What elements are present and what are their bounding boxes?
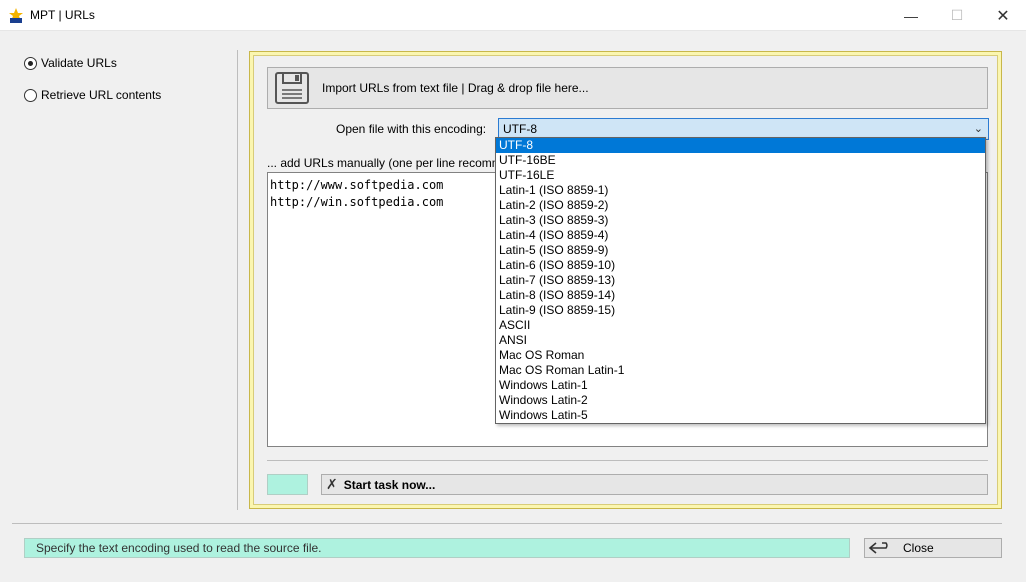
encoding-dropdown-list[interactable]: UTF-8 UTF-16BE UTF-16LE Latin-1 (ISO 8859-1…	[495, 137, 986, 424]
encoding-option[interactable]: UTF-8	[496, 138, 985, 153]
encoding-option[interactable]: Mac OS Roman Latin-1	[496, 363, 985, 378]
mode-panel: Validate URLs Retrieve URL contents	[12, 50, 238, 510]
encoding-option[interactable]: Latin-5 (ISO 8859-9)	[496, 243, 985, 258]
encoding-option[interactable]: Mac OS Roman	[496, 348, 985, 363]
radio-retrieve-url-contents[interactable]: Retrieve URL contents	[24, 88, 161, 102]
encoding-label: Open file with this encoding:	[336, 122, 487, 136]
encoding-option[interactable]: ASCII	[496, 318, 985, 333]
status-color-swatch	[267, 474, 308, 495]
encoding-option[interactable]: UTF-16LE	[496, 168, 985, 183]
encoding-option[interactable]: Latin-2 (ISO 8859-2)	[496, 198, 985, 213]
radio-validate-urls[interactable]: Validate URLs	[24, 56, 117, 70]
maximize-button[interactable]: ☐	[934, 0, 980, 31]
close-window-button[interactable]: ✕	[980, 0, 1026, 31]
start-task-button[interactable]: ✗ Start task now...	[321, 474, 988, 495]
manual-urls-label: ... add URLs manually (one per line reco…	[267, 156, 502, 170]
radio-validate-urls-label: Validate URLs	[41, 56, 117, 70]
status-bar: Specify the text encoding used to read t…	[24, 538, 850, 558]
encoding-option[interactable]: Latin-7 (ISO 8859-13)	[496, 273, 985, 288]
import-urls-label: Import URLs from text file | Drag & drop…	[322, 81, 589, 95]
back-arrow-icon	[868, 542, 888, 554]
encoding-option[interactable]: ANSI	[496, 333, 985, 348]
encoding-option[interactable]: Latin-8 (ISO 8859-14)	[496, 288, 985, 303]
encoding-option[interactable]: Windows Latin-5	[496, 408, 985, 423]
divider	[267, 460, 988, 461]
close-button[interactable]: Close	[864, 538, 1002, 558]
app-logo-icon	[9, 8, 23, 23]
window-title: MPT | URLs	[30, 8, 95, 22]
encoding-option[interactable]: Latin-1 (ISO 8859-1)	[496, 183, 985, 198]
radio-retrieve-url-contents-label: Retrieve URL contents	[41, 88, 162, 102]
encoding-option[interactable]: UTF-16BE	[496, 153, 985, 168]
encoding-selected-value: UTF-8	[503, 122, 537, 136]
encoding-option[interactable]: Latin-3 (ISO 8859-3)	[496, 213, 985, 228]
close-button-label: Close	[903, 541, 934, 555]
footer-divider	[12, 523, 1002, 524]
minimize-button[interactable]: —	[888, 0, 934, 31]
chevron-down-icon: ⌄	[973, 123, 983, 135]
status-text: Specify the text encoding used to read t…	[36, 541, 322, 555]
x-icon: ✗	[326, 476, 338, 492]
start-task-label: Start task now...	[343, 477, 436, 492]
radio-checked-icon[interactable]	[24, 56, 37, 70]
encoding-option[interactable]: Latin-4 (ISO 8859-4)	[496, 228, 985, 243]
encoding-option[interactable]: Windows Latin-2	[496, 393, 985, 408]
encoding-option[interactable]: Windows Latin-1	[496, 378, 985, 393]
floppy-disk-icon	[275, 72, 309, 104]
encoding-option[interactable]: Latin-6 (ISO 8859-10)	[496, 258, 985, 273]
encoding-option[interactable]: Latin-9 (ISO 8859-15)	[496, 303, 985, 318]
import-urls-button[interactable]: Import URLs from text file | Drag & drop…	[267, 67, 988, 109]
radio-unchecked-icon[interactable]	[24, 88, 37, 102]
title-bar: MPT | URLs — ☐ ✕	[0, 0, 1026, 31]
